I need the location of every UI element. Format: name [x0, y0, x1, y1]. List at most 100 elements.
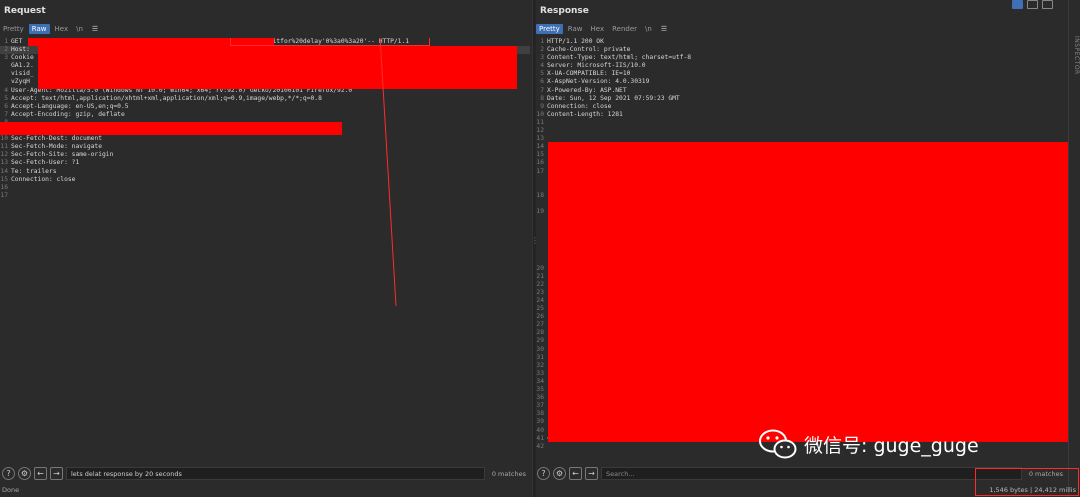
- code-line[interactable]: 3 Content-Type: text/html; charset=utf-8: [536, 54, 1068, 62]
- line-text: [546, 240, 547, 248]
- line-text: [546, 143, 547, 151]
- code-line[interactable]: 2 Cache-Control: private: [536, 46, 1068, 54]
- code-line[interactable]: 12: [536, 127, 1068, 135]
- gear-icon[interactable]: ⚙: [553, 467, 566, 480]
- line-number: 22: [536, 280, 544, 288]
- code-line[interactable]: 4 Server: Microsoft-IIS/10.0: [536, 62, 1068, 70]
- arrow-right-icon[interactable]: →: [50, 467, 63, 480]
- tab-request-0[interactable]: Pretty: [0, 24, 27, 34]
- layout-horizontal-icon[interactable]: [1027, 0, 1038, 9]
- tab-response-4[interactable]: \n: [642, 24, 655, 34]
- line-text: [546, 443, 547, 451]
- response-search-input[interactable]: [601, 467, 1022, 480]
- line-text: [546, 386, 547, 394]
- code-line[interactable]: 10 Content-Length: 1281: [536, 111, 1068, 119]
- line-number: 5: [540, 70, 544, 78]
- code-line[interactable]: 7 X-Powered-By: ASP.NET: [536, 87, 1068, 95]
- line-text: [546, 224, 547, 232]
- line-text: [546, 159, 547, 167]
- divider-grip-icon[interactable]: ⋮: [531, 236, 539, 245]
- line-text: [546, 305, 547, 313]
- tab-response-2[interactable]: Hex: [588, 24, 608, 34]
- arrow-left-icon[interactable]: ←: [34, 467, 47, 480]
- line-number: [536, 200, 546, 208]
- watermark: 微信号: guge_guge: [758, 424, 979, 464]
- line-text: [546, 281, 547, 289]
- line-text: [546, 176, 547, 184]
- line-number: 42: [536, 442, 544, 450]
- line-number: 6: [540, 78, 544, 86]
- tab-response-1[interactable]: Raw: [565, 24, 586, 34]
- response-editor[interactable]: 1 HTTP/1.1 200 OK 2 Cache-Control: private 3…: [536, 38, 1068, 462]
- layout-tabs-icon[interactable]: [1042, 0, 1053, 9]
- line-text: [546, 337, 547, 345]
- line-number: 32: [536, 361, 544, 369]
- code-line[interactable]: 8 Date: Sun, 12 Sep 2021 07:59:23 GMT: [536, 95, 1068, 103]
- hamburger-menu-icon[interactable]: ☰: [88, 25, 102, 33]
- watermark-text: 微信号: guge_guge: [804, 434, 979, 457]
- request-pane-title: Request: [4, 6, 46, 16]
- line-text: Server: Microsoft-IIS/10.0: [547, 62, 646, 70]
- line-text: Content-Length: 1281: [547, 110, 623, 118]
- line-text: [546, 192, 547, 200]
- code-line[interactable]: 5 X-UA-COMPATIBLE: IE=10: [536, 70, 1068, 78]
- line-number: [536, 248, 546, 256]
- line-number: 8: [540, 94, 544, 102]
- line-text: Content-Type: text/html; charset=utf-8: [547, 54, 692, 62]
- status-bar: Done 1,546 bytes | 24,412 millis: [0, 484, 1080, 497]
- line-number: 30: [536, 345, 544, 353]
- tab-request-3[interactable]: \n: [73, 24, 86, 34]
- line-number: 38: [536, 410, 544, 418]
- line-number: 26: [536, 313, 544, 321]
- line-text: Date: Sun, 12 Sep 2021 07:59:23 GMT: [547, 94, 680, 102]
- pane-divider[interactable]: [532, 0, 536, 497]
- line-number: 41: [536, 434, 544, 442]
- line-text: [546, 168, 547, 176]
- line-number: 24: [536, 297, 544, 304]
- line-number: 12: [536, 127, 544, 135]
- line-text: [546, 119, 547, 127]
- line-number: 3: [540, 54, 544, 62]
- request-editor[interactable]: 1 GET '%20waitfor%20delay'0%3a0%3a20'-- H…: [0, 38, 530, 462]
- line-number: 27: [536, 321, 544, 329]
- arrow-right-icon[interactable]: →: [585, 467, 598, 480]
- tab-response-3[interactable]: Render: [609, 24, 640, 34]
- line-text: [546, 297, 547, 305]
- line-text: HTTP/1.1 200 OK: [547, 38, 604, 45]
- line-text: [546, 184, 547, 192]
- code-line[interactable]: 9 Connection: close: [536, 103, 1068, 111]
- code-line[interactable]: 1 HTTP/1.1 200 OK: [536, 38, 1068, 46]
- line-number: 23: [536, 288, 544, 296]
- line-number: 11: [536, 118, 544, 126]
- arrow-left-icon[interactable]: ←: [569, 467, 582, 480]
- inspector-tab[interactable]: INSPECTOR: [1068, 36, 1080, 96]
- line-text: [546, 329, 547, 337]
- line-text: [546, 265, 547, 273]
- request-search-input[interactable]: [66, 467, 485, 480]
- line-number: 19: [536, 207, 544, 215]
- line-number: 29: [536, 337, 544, 345]
- line-number: 28: [536, 329, 544, 337]
- line-number: 13: [536, 135, 544, 143]
- tab-request-2[interactable]: Hex: [52, 24, 72, 34]
- line-number: 4: [540, 62, 544, 70]
- code-line[interactable]: 6 X-AspNet-Version: 4.0.30319: [536, 78, 1068, 86]
- help-icon[interactable]: ?: [2, 467, 15, 480]
- hamburger-menu-icon[interactable]: ☰: [657, 25, 671, 33]
- layout-side-by-side-icon[interactable]: [1012, 0, 1023, 9]
- line-text: [546, 418, 547, 426]
- line-number: [536, 176, 546, 184]
- line-text: [546, 273, 547, 281]
- line-number: 20: [536, 264, 544, 272]
- line-number: 36: [536, 394, 544, 402]
- line-text: X-AspNet-Version: 4.0.30319: [547, 78, 650, 86]
- line-number: 17: [536, 167, 544, 175]
- code-line[interactable]: 11: [536, 119, 1068, 127]
- gear-icon[interactable]: ⚙: [18, 467, 31, 480]
- help-icon[interactable]: ?: [537, 467, 550, 480]
- tab-request-1[interactable]: Raw: [28, 24, 50, 34]
- line-text: [546, 151, 547, 159]
- line-text: [546, 321, 547, 329]
- tab-response-0[interactable]: Pretty: [536, 24, 563, 34]
- line-number: 14: [536, 143, 544, 151]
